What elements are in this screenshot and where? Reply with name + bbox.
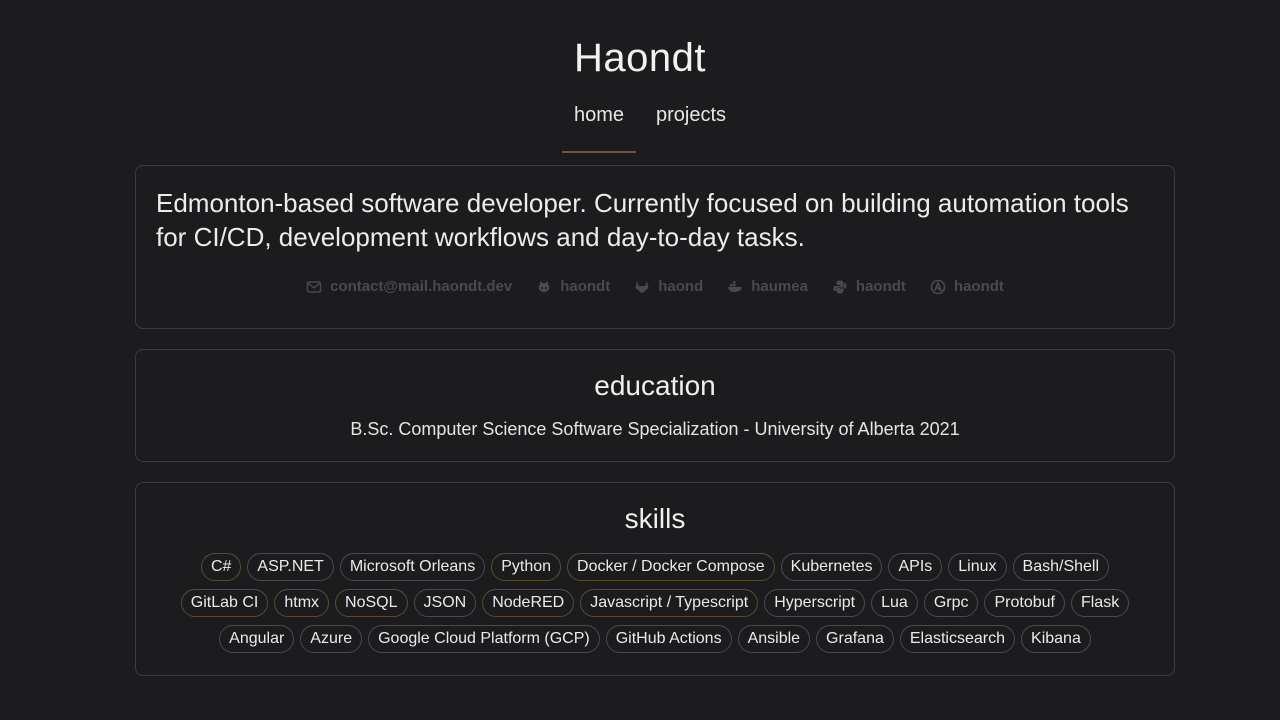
intro-text: Edmonton-based software developer. Curre… [156,188,1129,252]
nav-item-projects[interactable]: projects [644,100,738,139]
skill-tag: GitHub Actions [605,625,732,653]
education-card: education B.Sc. Computer Science Softwar… [135,349,1175,462]
github-icon [536,279,552,295]
skill-tag: Protobuf [984,589,1065,617]
contact-label: haond [658,278,704,295]
site-title: Haondt [574,36,706,80]
skill-tag: NoSQL [335,589,408,617]
skill-tag: Kibana [1021,625,1091,653]
skill-tag: NodeRED [482,589,575,617]
skill-tag: Ansible [737,625,811,653]
mail-icon [306,279,322,295]
skill-tag: Javascript / Typescript [580,589,759,617]
skill-tag: Linux [948,553,1007,581]
contact-label: haondt [560,278,611,295]
docker-icon [727,279,743,295]
contact-link-docker[interactable]: haumea [727,278,808,295]
skill-tag: Lua [871,589,918,617]
contact-label: haondt [953,278,1004,295]
skills-heading: skills [624,503,686,534]
education-text: B.Sc. Computer Science Software Speciali… [350,419,960,439]
skills-card: skills C# ASP.NET Microsoft Orleans Python D… [135,482,1175,676]
skill-tag: Angular [219,625,295,653]
skill-tag: Elasticsearch [899,625,1016,653]
contact-link-python[interactable]: haondt [832,278,906,295]
contact-label: haumea [751,278,808,295]
skill-tag: C# [200,553,242,581]
skill-tag: Hyperscript [764,589,866,617]
contact-link-github[interactable]: haondt [536,278,610,295]
skill-tag: Bash/Shell [1012,553,1110,581]
python-icon [832,279,848,295]
skill-tag: Grpc [923,589,979,617]
contact-link-email[interactable]: contact@mail.haondt.dev [306,278,512,295]
contact-link-ansible[interactable]: haondt [930,278,1004,295]
skill-tag: JSON [413,589,477,617]
skills-list: C# ASP.NET Microsoft Orleans Python Docker /… [156,553,1154,653]
contact-links: contact@mail.haondt.dev haondt haond hau… [136,278,1174,295]
skill-tag: Microsoft Orleans [339,553,486,581]
intro-card: Edmonton-based software developer. Curre… [135,165,1175,329]
skill-tag: Google Cloud Platform (GCP) [368,625,600,653]
gitlab-icon [634,279,650,295]
skill-tag: Flask [1070,589,1130,617]
skill-tag: APIs [888,553,943,581]
skill-tag: Azure [300,625,363,653]
skill-tag: htmx [274,589,330,617]
nav-item-home[interactable]: home [561,100,637,153]
contact-label: haondt [855,278,906,295]
skill-tag: Kubernetes [780,553,883,581]
skill-tag: ASP.NET [247,553,334,581]
contact-link-gitlab[interactable]: haond [634,278,703,295]
education-heading: education [594,370,716,401]
skill-tag: Grafana [816,625,894,653]
contact-label: contact@mail.haondt.dev [330,278,513,295]
main-nav: home projects [10,100,1280,153]
skill-tag: Python [491,553,562,581]
skill-tag: Docker / Docker Compose [567,553,775,581]
ansible-icon [930,279,946,295]
skill-tag: GitLab CI [180,589,269,617]
